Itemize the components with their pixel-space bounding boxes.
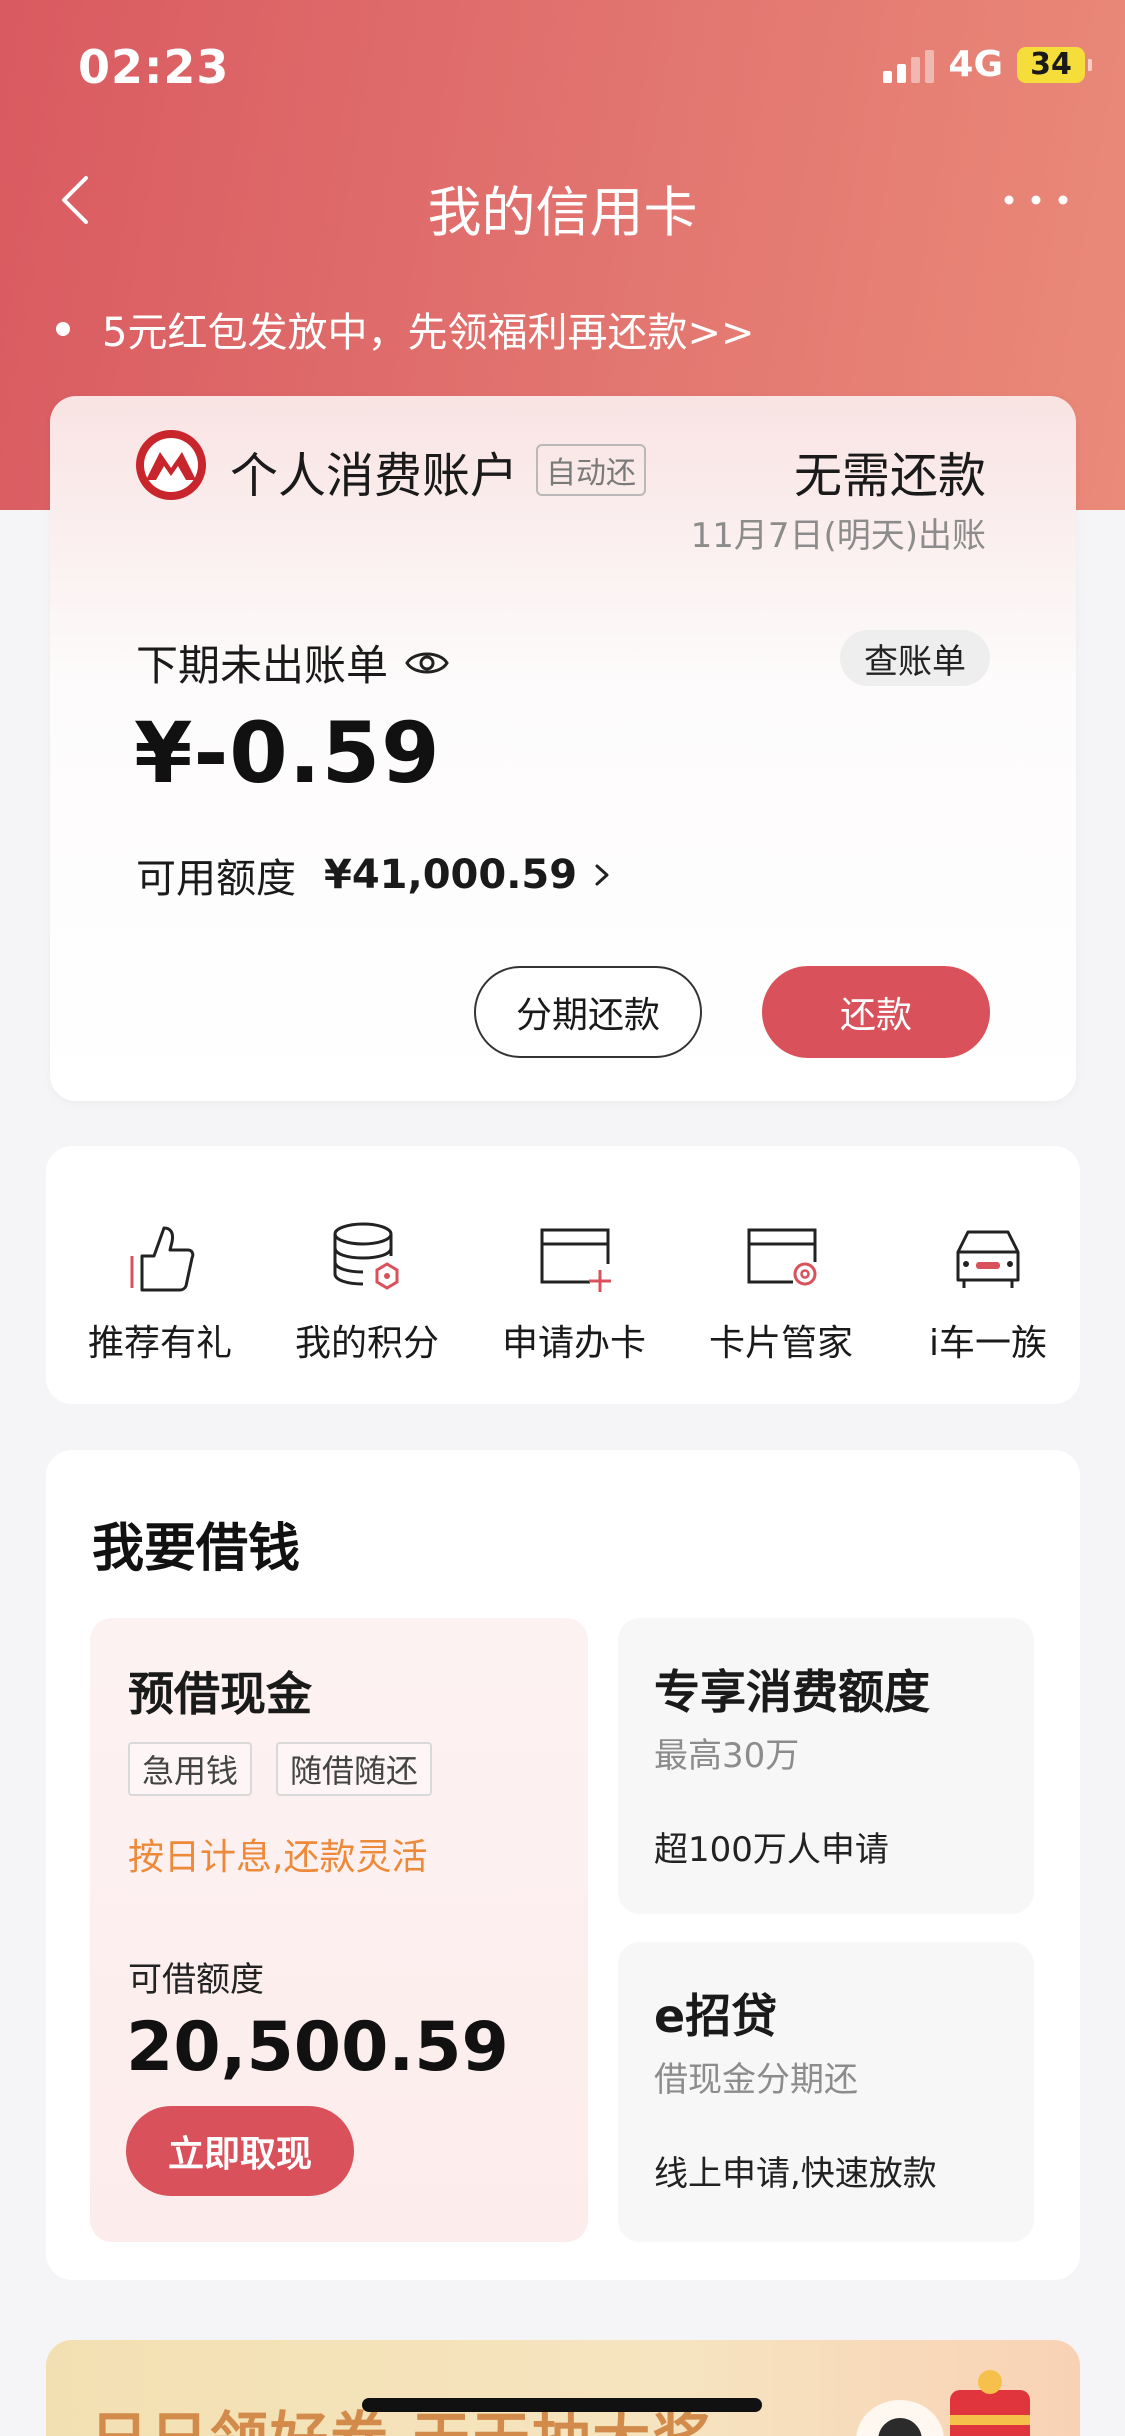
shortcut-label: 申请办卡 xyxy=(501,1323,646,1364)
account-card: 个人消费账户 自动还 无需还款 11月7日(明天)出账 下期未出账单 查账单 ¥… xyxy=(50,396,1076,1101)
e-loan-title: e招贷 xyxy=(654,1989,778,2043)
available-credit[interactable]: 可用额度 ¥41,000.59 xyxy=(136,846,613,904)
account-name: 个人消费账户 xyxy=(230,448,519,504)
consumer-credit-title: 专享消费额度 xyxy=(654,1665,930,1719)
next-bill-text: 下期未出账单 xyxy=(136,641,389,690)
credit-value: ¥41,000.59 xyxy=(324,852,578,898)
status-indicators: 4G 34 xyxy=(883,44,1092,85)
repay-status: 无需还款 xyxy=(793,448,986,504)
signal-icon xyxy=(883,47,935,83)
status-time: 02:23 xyxy=(78,40,230,94)
promo-text: 5元红包发放中，先领福利再还款>> xyxy=(102,310,755,356)
shortcut-points[interactable]: 我的积分 xyxy=(267,1216,467,1366)
status-bar: 02:23 4G 34 xyxy=(0,0,1125,136)
points-coins-icon xyxy=(333,1222,399,1290)
installment-repay-button[interactable]: 分期还款 xyxy=(474,966,702,1058)
nav-bar: 我的信用卡 xyxy=(0,150,1125,250)
consumer-credit-sub: 最高30万 xyxy=(654,1736,800,1776)
repay-button[interactable]: 还款 xyxy=(762,966,990,1058)
battery-icon: 34 xyxy=(1017,46,1092,83)
gift-illustration-icon xyxy=(856,2370,1030,2436)
home-indicator xyxy=(362,2398,762,2412)
bill-amount: ¥-0.59 xyxy=(134,704,441,802)
battery-level: 34 xyxy=(1030,47,1072,82)
shortcut-label: 卡片管家 xyxy=(708,1323,853,1364)
withdraw-button[interactable]: 立即取现 xyxy=(126,2106,354,2196)
cash-advance-desc: 按日计息,还款灵活 xyxy=(128,1837,428,1878)
more-icon[interactable] xyxy=(1001,172,1071,228)
next-bill-label: 下期未出账单 xyxy=(136,632,450,693)
shortcut-label: 推荐有礼 xyxy=(87,1323,232,1364)
bank-logo-icon xyxy=(136,430,206,500)
apply-card-icon xyxy=(540,1228,611,1292)
shortcut-car[interactable]: i车一族 xyxy=(888,1216,1088,1366)
bill-date: 11月7日(明天)出账 xyxy=(690,516,986,556)
promo-banner[interactable]: 5元红包发放中，先领福利再还款>> xyxy=(56,300,754,358)
shortcut-bar: 推荐有礼 我的积分 申请办卡 卡片管家 i车一族 xyxy=(46,1146,1080,1404)
car-icon xyxy=(956,1230,1020,1288)
shortcut-label: i车一族 xyxy=(928,1323,1047,1364)
shortcut-refer[interactable]: 推荐有礼 xyxy=(60,1216,260,1366)
tag-urgent: 急用钱 xyxy=(128,1742,253,1796)
consumer-credit-desc: 超100万人申请 xyxy=(654,1830,889,1870)
shortcut-label: 我的积分 xyxy=(294,1323,439,1364)
shortcut-card-manager[interactable]: 卡片管家 xyxy=(681,1216,881,1366)
e-loan-sub: 借现金分期还 xyxy=(654,2060,858,2100)
card-manager-icon xyxy=(747,1228,817,1286)
eye-icon[interactable] xyxy=(404,646,450,680)
shortcut-apply-card[interactable]: 申请办卡 xyxy=(474,1216,674,1366)
network-type: 4G xyxy=(948,44,1003,85)
consumer-credit-card[interactable]: 专享消费额度 最高30万 超100万人申请 xyxy=(618,1618,1034,1914)
quota-value: 20,500.59 xyxy=(126,2008,509,2087)
credit-label: 可用额度 xyxy=(136,856,296,902)
section-title: 我要借钱 xyxy=(92,1519,301,1579)
bullet-dot xyxy=(56,322,70,336)
tag-flexible: 随借随还 xyxy=(276,1742,433,1796)
page-title: 我的信用卡 xyxy=(427,181,698,244)
auto-repay-tag: 自动还 xyxy=(536,444,646,496)
chevron-right-icon xyxy=(595,864,609,886)
e-loan-card[interactable]: e招贷 借现金分期还 线上申请,快速放款 xyxy=(618,1942,1034,2242)
view-bill-button[interactable]: 查账单 xyxy=(840,630,990,686)
thumbs-up-icon xyxy=(130,1226,195,1292)
borrow-section: 我要借钱 预借现金 急用钱 随借随还 按日计息,还款灵活 可借额度 20,500… xyxy=(46,1450,1080,2280)
e-loan-desc: 线上申请,快速放款 xyxy=(654,2154,937,2194)
cash-advance-card[interactable]: 预借现金 急用钱 随借随还 按日计息,还款灵活 可借额度 20,500.59 立… xyxy=(90,1618,588,2242)
promo-banner-bottom[interactable]: 日日领好券 天天抽大奖 xyxy=(46,2340,1080,2436)
quota-label: 可借额度 xyxy=(128,1960,264,2000)
cash-advance-tags: 急用钱 随借随还 xyxy=(128,1742,433,1796)
cash-advance-title: 预借现金 xyxy=(128,1667,312,1721)
